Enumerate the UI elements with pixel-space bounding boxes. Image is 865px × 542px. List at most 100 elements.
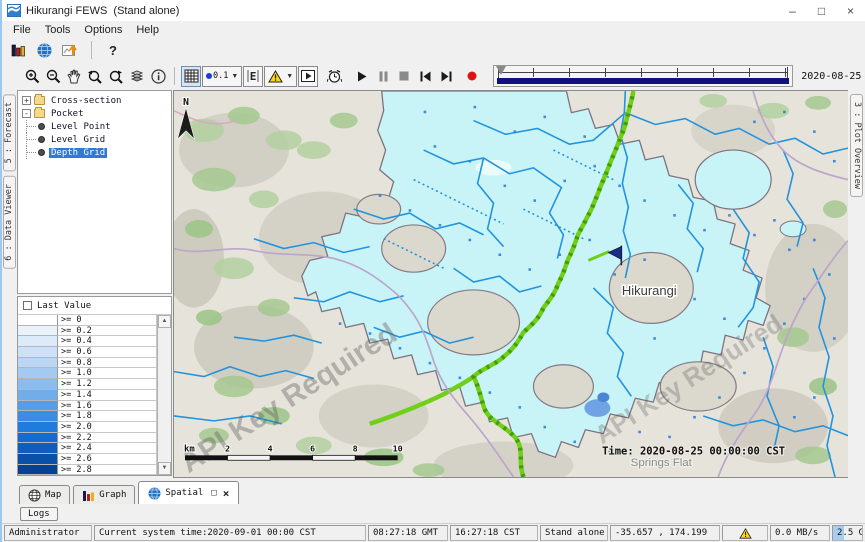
tree-item-label[interactable]: Level Grid (49, 135, 107, 145)
scroll-up-icon[interactable]: ▲ (158, 315, 171, 328)
area-label-springs-flat: Springs Flat (631, 457, 693, 469)
tab-maximize-icon[interactable]: □ (211, 488, 216, 498)
map-view[interactable]: API Key Required API Key Required Hikura… (173, 90, 848, 478)
time-slider-thumb[interactable] (496, 66, 506, 75)
legend-row[interactable]: >= 0.6 (18, 347, 157, 358)
left-tab-strip: 5 : Forecast 6 : Data Viewer (2, 90, 17, 478)
menu-bar: File Tools Options Help (2, 21, 865, 38)
legend-row[interactable]: >= 0.2 (18, 326, 157, 337)
status-throughput: 0.0 MB/s (770, 525, 830, 541)
pause-icon (379, 71, 388, 82)
legend-color-swatch (18, 379, 58, 390)
legend-row[interactable]: >= 1.8 (18, 411, 157, 422)
pan-button[interactable] (64, 66, 84, 87)
legend-row[interactable]: >= 1.4 (18, 390, 157, 401)
legend-scrollbar[interactable]: ▲ ▼ (157, 315, 171, 475)
legend-row[interactable]: >= 0.4 (18, 336, 157, 347)
legend-row[interactable]: >= 2.0 (18, 422, 157, 433)
zoom-previous-button[interactable] (85, 66, 105, 87)
svg-text:10: 10 (393, 443, 403, 453)
tab-spatial[interactable]: Spatial □ × (138, 481, 239, 504)
legend-row[interactable]: >= 2.8 (18, 465, 157, 475)
legend-row[interactable]: >= 2.6 (18, 454, 157, 465)
bullet-icon (38, 149, 45, 156)
zoom-out-button[interactable] (43, 66, 63, 87)
tree-item-level-point[interactable]: Level Point (18, 120, 171, 133)
animate-forward-button[interactable] (298, 66, 318, 87)
window-title: Hikurangi FEWS (Stand alone) (26, 5, 778, 17)
bullet-icon (38, 136, 45, 143)
time-slider[interactable] (493, 65, 793, 87)
tab-close-icon[interactable]: × (223, 487, 230, 500)
database-viewer-button[interactable] (8, 40, 28, 61)
globe-icon (148, 487, 161, 500)
tree-expander-icon[interactable]: + (22, 96, 31, 105)
town-label-hikurangi: Hikurangi (622, 283, 677, 298)
legend-row[interactable]: >= 1.2 (18, 379, 157, 390)
menu-tools[interactable]: Tools (38, 23, 78, 37)
tab-map[interactable]: Map (19, 485, 70, 504)
warning-icon (268, 70, 283, 83)
interval-dot-icon (206, 73, 212, 79)
legend-row[interactable]: >= 1.6 (18, 401, 157, 412)
tree-item-pocket[interactable]: - Pocket (18, 107, 171, 120)
tree-item-label[interactable]: Level Point (49, 122, 113, 132)
maximize-button[interactable]: □ (807, 1, 836, 21)
tab-data-viewer[interactable]: 6 : Data Viewer (3, 176, 16, 269)
menu-options[interactable]: Options (77, 23, 129, 37)
map-canvas[interactable]: API Key Required API Key Required Hikura… (174, 91, 848, 477)
animation-timer-button[interactable] (324, 66, 344, 87)
labels-toggle[interactable]: E (243, 66, 263, 87)
grid-display-toggle[interactable] (181, 66, 201, 87)
status-local-time: 16:27:18 CST (450, 525, 538, 541)
legend-color-swatch (18, 422, 58, 433)
zoom-next-button[interactable] (106, 66, 126, 87)
legend-row[interactable]: >= 0 (18, 315, 157, 326)
spatial-display-button[interactable] (34, 40, 54, 61)
label-e-icon: E (247, 69, 259, 83)
svg-text:6: 6 (310, 443, 315, 453)
menu-file[interactable]: File (6, 23, 38, 37)
play-button[interactable] (352, 66, 372, 87)
tree-item-label[interactable]: Cross-section (49, 96, 123, 106)
close-button[interactable]: × (836, 1, 865, 21)
tab-plot-overview[interactable]: 3 : Plot Overview (850, 94, 863, 197)
tree-item-cross-section[interactable]: + Cross-section (18, 94, 171, 107)
last-value-checkbox[interactable] (23, 301, 32, 310)
legend-row[interactable]: >= 2.4 (18, 443, 157, 454)
thresholds-dropdown[interactable]: ▼ (264, 66, 297, 87)
tree-item-level-grid[interactable]: Level Grid (18, 133, 171, 146)
menu-help[interactable]: Help (129, 23, 166, 37)
legend-row-label: >= 0.6 (58, 347, 157, 358)
info-button[interactable] (148, 66, 168, 87)
legend-row[interactable]: >= 1.0 (18, 368, 157, 379)
step-forward-button[interactable] (436, 66, 456, 87)
tree-item-label[interactable]: Depth Grid (49, 148, 107, 158)
tab-forecast[interactable]: 5 : Forecast (3, 94, 16, 171)
flood-deep-patch (597, 392, 609, 402)
stop-button[interactable] (394, 66, 414, 87)
layers-button[interactable] (127, 66, 147, 87)
tree-item-label[interactable]: Pocket (49, 109, 86, 119)
tree-expander-icon[interactable]: - (22, 109, 31, 118)
status-warning-cell[interactable] (722, 525, 768, 541)
legend-row-label: >= 2.2 (58, 433, 157, 444)
minimize-button[interactable]: – (778, 1, 807, 21)
legend-row[interactable]: >= 2.2 (18, 433, 157, 444)
record-button[interactable] (462, 66, 482, 87)
legend-row[interactable]: >= 0.8 (18, 358, 157, 369)
legend-row-label: >= 2.0 (58, 422, 157, 433)
step-back-button[interactable] (415, 66, 435, 87)
contour-interval-dropdown[interactable]: 0.1 ▼ (202, 66, 242, 87)
legend-color-swatch (18, 358, 58, 369)
timeseries-button[interactable] (60, 40, 80, 61)
pause-button[interactable] (373, 66, 393, 87)
logs-button[interactable]: Logs (20, 507, 58, 521)
help-button[interactable]: ? (103, 40, 123, 61)
step-back-icon (420, 71, 431, 82)
tab-graph[interactable]: Graph (73, 485, 135, 504)
tree-item-depth-grid[interactable]: Depth Grid (18, 146, 171, 159)
zoom-in-button[interactable] (22, 66, 42, 87)
status-system-time: Current system time:2020-09-01 00:00 CST (94, 525, 366, 541)
scroll-down-icon[interactable]: ▼ (158, 462, 171, 475)
